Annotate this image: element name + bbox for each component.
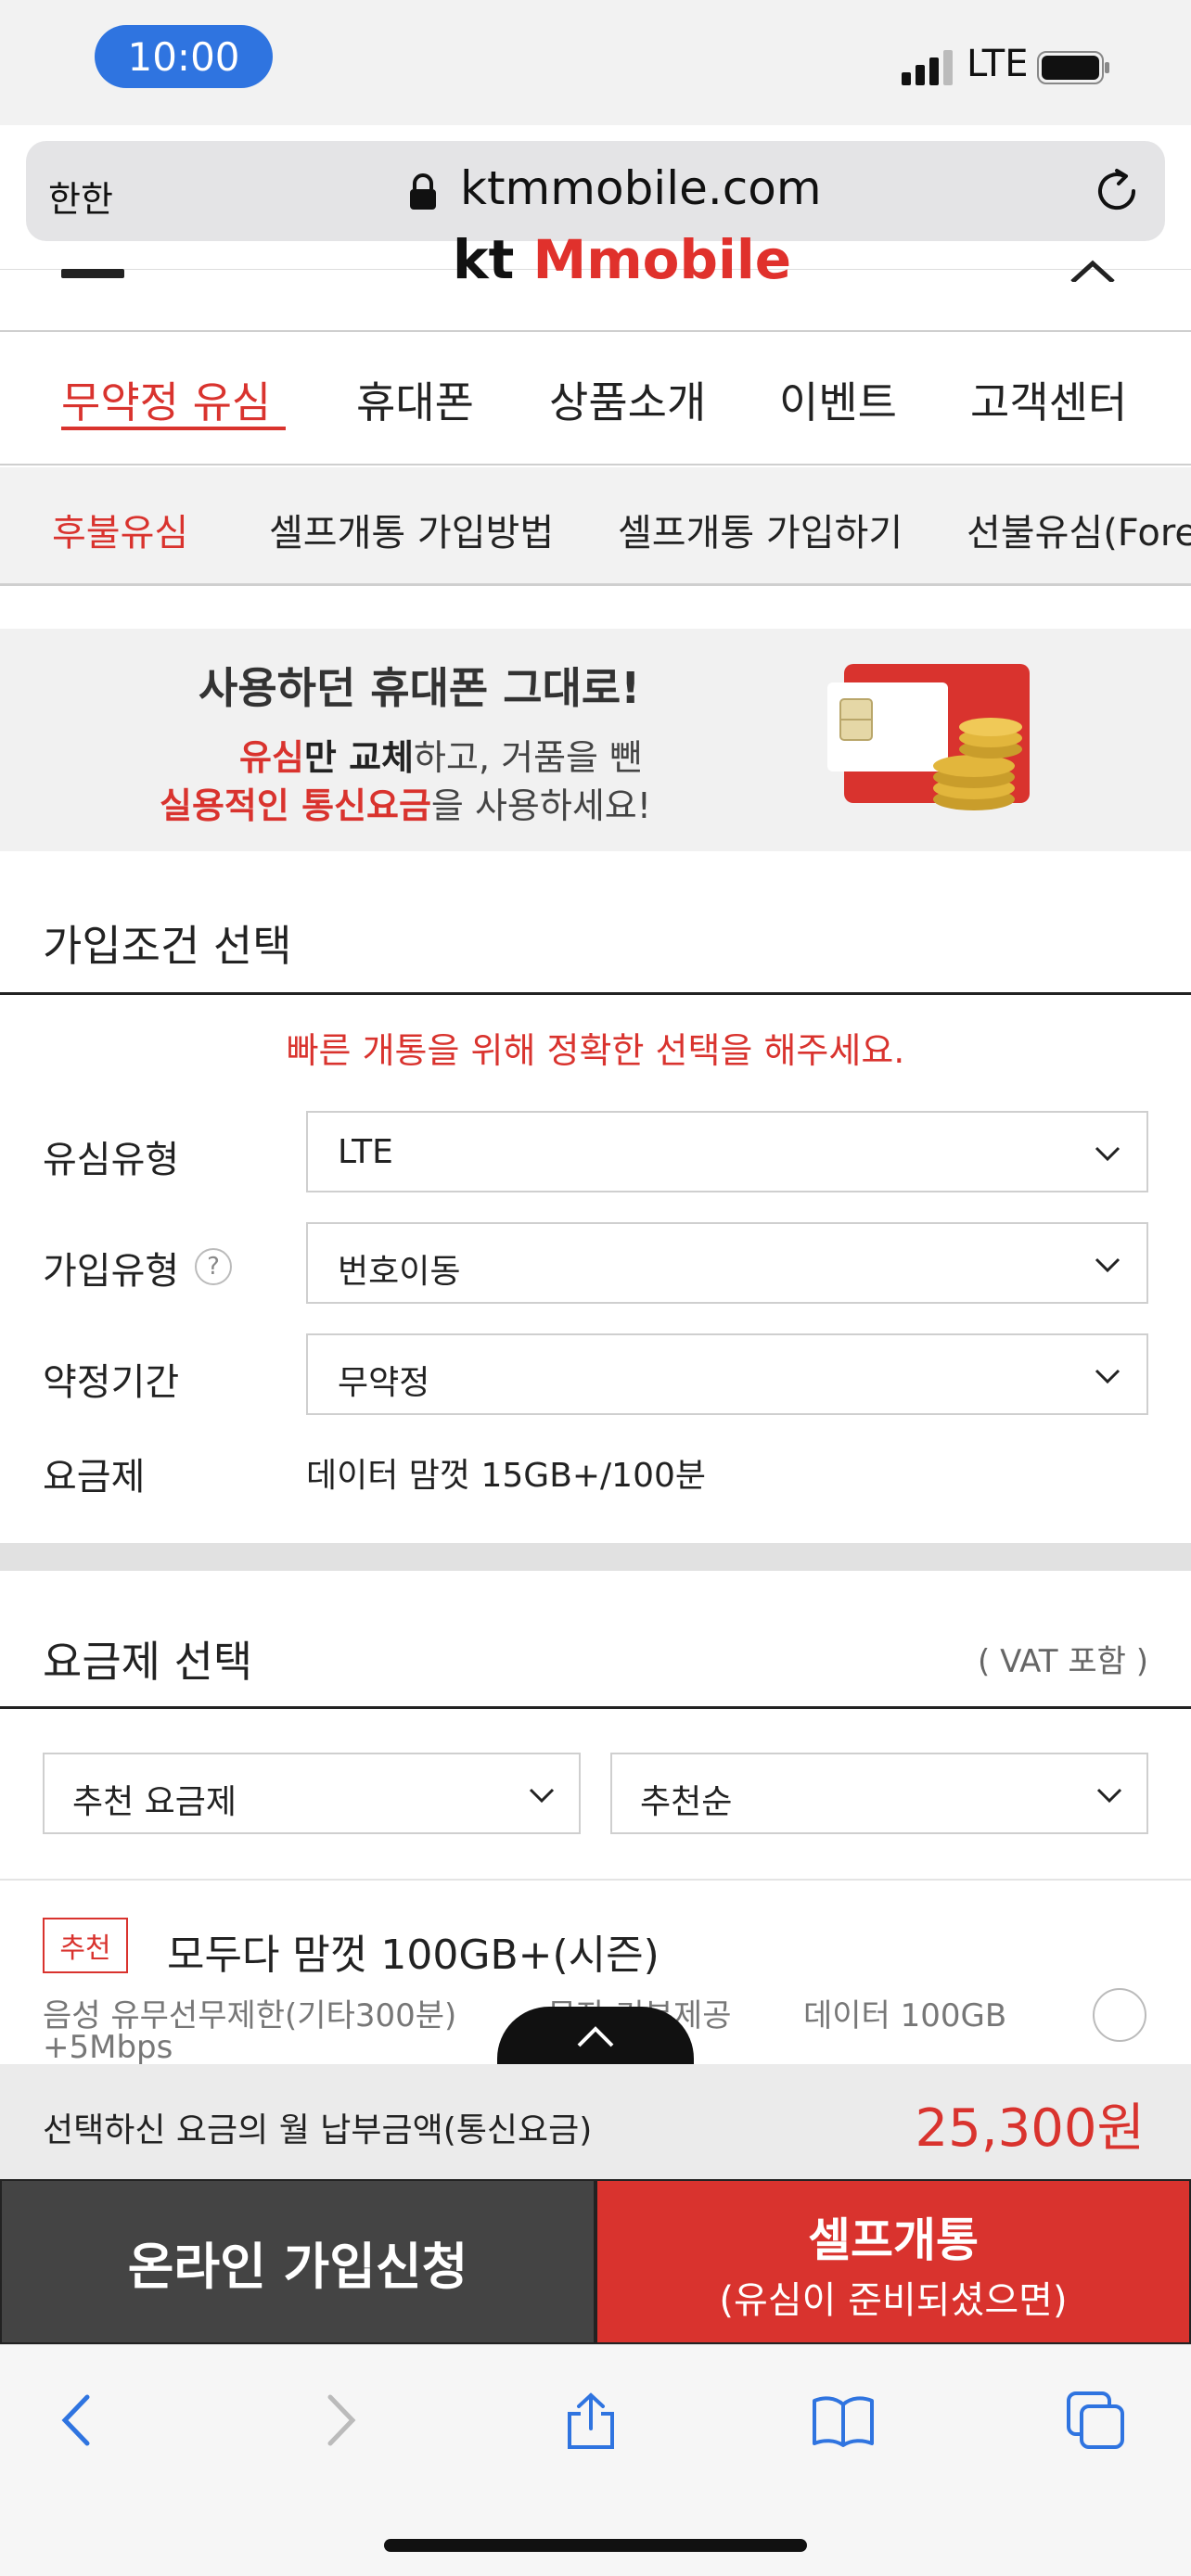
vat-note: ( VAT 포함 ) [978,1643,1148,1680]
banner-line-2: 유심만 교체하고, 거품을 뺀 [239,737,643,778]
user-icon[interactable] [1067,260,1119,282]
plan-filter-select[interactable]: 추천 요금제 [43,1753,581,1834]
subnav-self-activation-join[interactable]: 셀프개통 가입하기 [618,503,903,556]
banner-line-3: 실용적인 통신요금을 사용하세요! [160,785,651,826]
nav-active-underline [61,427,286,430]
nav-customer-center[interactable]: 고객센터 [970,369,1127,430]
monthly-total-bar: 선택하신 요금의 월 납부금액(통신요금) 25,300원 [0,2064,1191,2179]
plan-item-data: 데이터 100GB [803,1997,1007,2034]
banner-title: 사용하던 휴대폰 그대로! [198,663,641,713]
join-type-value: 번호이동 [338,1253,461,1291]
plan-label: 요금제 [43,1456,146,1498]
share-icon[interactable] [558,2388,623,2453]
contract-period-value: 무약정 [338,1364,430,1402]
plan-select-title: 요금제 선택 [43,1637,253,1687]
chevron-up-icon [577,2026,614,2047]
sim-type-value: LTE [338,1133,393,1171]
plan-value: 데이터 맘껏 15GB+/100분 [306,1457,707,1495]
lock-icon [410,173,436,210]
promo-banner[interactable]: 사용하던 휴대폰 그대로! 유심만 교체하고, 거품을 뺀 실용적인 통신요금을… [0,629,1191,851]
home-indicator [384,2539,807,2552]
chevron-down-icon [1095,1257,1121,1273]
plan-filter-value: 추천 요금제 [72,1783,237,1821]
chevron-down-icon [1095,1369,1121,1384]
subnav-postpaid-usim[interactable]: 후불유심 [52,503,188,556]
subnav-prepaid-usim[interactable]: 선불유심(Fore [967,503,1191,556]
plan-item-speed: +5Mbps [43,2029,173,2066]
chevron-down-icon [1095,1146,1121,1162]
help-icon[interactable]: ? [195,1248,232,1285]
bookmarks-icon[interactable] [811,2388,876,2453]
plan-item-radio[interactable] [1093,1988,1146,2042]
nav-phone[interactable]: 휴대폰 [356,369,474,430]
main-nav: 무약정 유심 휴대폰 상품소개 이벤트 고객센터 [0,330,1191,465]
sim-card-coins-image [807,662,1039,820]
site-logo[interactable]: kt Mmobile [453,228,791,284]
battery-icon [1037,51,1109,84]
back-icon[interactable] [46,2388,111,2453]
hamburger-menu-icon[interactable] [61,269,124,278]
contract-period-select[interactable]: 무약정 [306,1333,1148,1415]
plan-sort-select[interactable]: 추천순 [610,1753,1148,1834]
self-activation-sublabel: (유심이 준비되셨으면) [719,2279,1068,2322]
sim-type-select[interactable]: LTE [306,1111,1148,1192]
section-divider [0,992,1191,995]
nav-events[interactable]: 이벤트 [779,369,897,430]
contract-period-label: 약정기간 [43,1361,180,1404]
nav-no-contract-usim[interactable]: 무약정 유심 [61,369,271,430]
section-separator [0,1543,1191,1571]
recommended-badge: 추천 [43,1918,128,1973]
status-time: 10:00 [95,25,273,88]
signal-icon [902,50,953,85]
network-type: LTE [967,43,1029,85]
plan-sort-value: 추천순 [640,1783,733,1821]
forward-icon[interactable] [306,2388,371,2453]
subnav-self-activation-guide[interactable]: 셀프개통 가입방법 [269,503,554,556]
nav-products[interactable]: 상품소개 [549,369,706,430]
self-activation-button[interactable]: 셀프개통 (유심이 준비되셨으면) [596,2179,1191,2344]
section-divider [0,1706,1191,1709]
reader-text-button[interactable]: 한한 [48,171,113,222]
sim-type-label: 유심유형 [43,1139,180,1181]
plan-item-name[interactable]: 모두다 맘껏 100GB+(시즌) [167,1921,660,1981]
conditions-notice: 빠른 개통을 위해 정확한 선택을 해주세요. [286,1030,905,1071]
tabs-icon[interactable] [1063,2388,1128,2453]
url-domain[interactable]: ktmmobile.com [460,161,822,215]
reload-icon[interactable] [1093,167,1141,215]
total-label: 선택하신 요금의 월 납부금액(통신요금) [43,2111,593,2149]
chevron-down-icon [529,1788,555,1804]
sub-nav: 후불유심 셀프개통 가입방법 셀프개통 가입하기 선불유심(Fore [0,467,1191,586]
conditions-title: 가입조건 선택 [43,921,292,971]
online-signup-button[interactable]: 온라인 가입신청 [0,2179,596,2344]
join-type-select[interactable]: 번호이동 [306,1222,1148,1304]
join-type-label: 가입유형 [43,1250,180,1293]
total-amount: 25,300원 [915,2098,1145,2159]
list-divider [0,1879,1191,1881]
self-activation-label: 셀프개통 [808,2213,979,2267]
chevron-down-icon [1096,1788,1122,1804]
